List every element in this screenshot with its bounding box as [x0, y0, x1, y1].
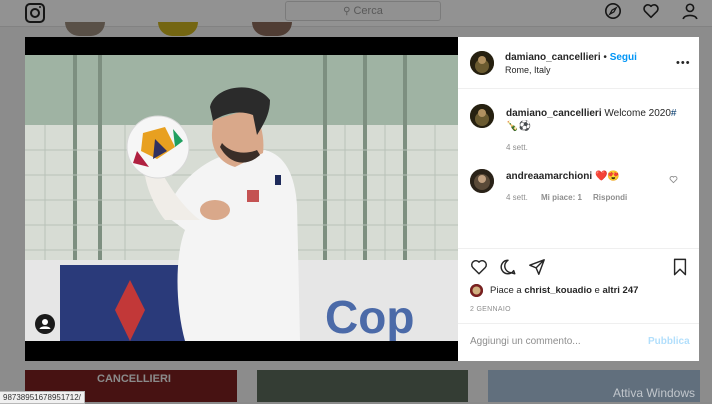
likes-username[interactable]: christ_kouadio [524, 285, 592, 296]
comment-like-icon[interactable] [669, 175, 678, 184]
user-tag-button[interactable] [35, 314, 55, 334]
caption-hashtag[interactable]: # [671, 108, 677, 119]
status-url: 98738951678951712/ [0, 391, 85, 404]
like-icon[interactable] [470, 258, 488, 276]
avatar-image [470, 284, 483, 297]
divider [458, 88, 699, 89]
likes-prefix: Piace a [490, 285, 522, 296]
save-bookmark-icon[interactable] [672, 258, 688, 276]
comment-username[interactable]: andreaamarchioni [506, 171, 592, 182]
publish-button[interactable]: Pubblica [648, 336, 690, 347]
post-photo: Cop [25, 55, 458, 341]
post-detail-panel: damiano_cancellieri • Segui Rome, Italy … [458, 37, 699, 361]
post-caption: damiano_cancellieri Welcome 2020# 🍾⚽ [506, 107, 691, 133]
separator-dot: • [603, 52, 607, 63]
divider [458, 323, 699, 324]
caption-username[interactable]: damiano_cancellieri [506, 108, 602, 119]
avatar-image [470, 169, 494, 193]
comment-likes-count[interactable]: Mi piace: 1 [541, 193, 582, 202]
comment-text: ❤️😍 [594, 171, 620, 182]
windows-activation-watermark: Attiva Windows [613, 386, 696, 400]
likes-conjunction: e [594, 285, 600, 296]
avatar[interactable] [470, 51, 494, 75]
advertising-board-text: Cop [325, 291, 414, 341]
comment: andreaamarchioni ❤️😍 [506, 170, 691, 183]
follow-button[interactable]: Segui [610, 52, 637, 63]
post-author-username[interactable]: damiano_cancellieri [505, 52, 601, 63]
add-comment-input[interactable]: Aggiungi un commento... [470, 336, 581, 347]
share-icon[interactable] [528, 258, 546, 276]
divider [458, 248, 699, 249]
person-icon [39, 319, 51, 329]
post-media: Cop [25, 37, 458, 361]
caption-text: Welcome 2020 [604, 108, 671, 119]
player-photo-illustration: Cop [25, 55, 458, 341]
avatar[interactable] [470, 104, 494, 128]
avatar-image [470, 51, 494, 75]
avatar-image [470, 104, 494, 128]
caption-timestamp[interactable]: 4 sett. [506, 143, 528, 152]
likes-summary: Piace a christ_kouadio e altri 247 [490, 285, 638, 296]
reply-label: Rispondi [593, 193, 628, 202]
post-date[interactable]: 2 GENNAIO [470, 306, 511, 313]
comment-icon[interactable] [499, 258, 517, 276]
avatar[interactable] [470, 169, 494, 193]
comment-timestamp[interactable]: 4 sett. [506, 193, 528, 202]
caption-emoji: 🍾⚽ [506, 121, 531, 132]
comment-likes-text: Mi piace: 1 [541, 193, 582, 202]
reply-button[interactable]: Rispondi [593, 193, 627, 202]
more-options-icon[interactable]: ••• [676, 57, 691, 69]
likes-others[interactable]: altri 247 [602, 285, 638, 296]
post-header: damiano_cancellieri • Segui [505, 52, 637, 63]
avatar[interactable] [470, 284, 483, 297]
post-location[interactable]: Rome, Italy [505, 65, 551, 75]
